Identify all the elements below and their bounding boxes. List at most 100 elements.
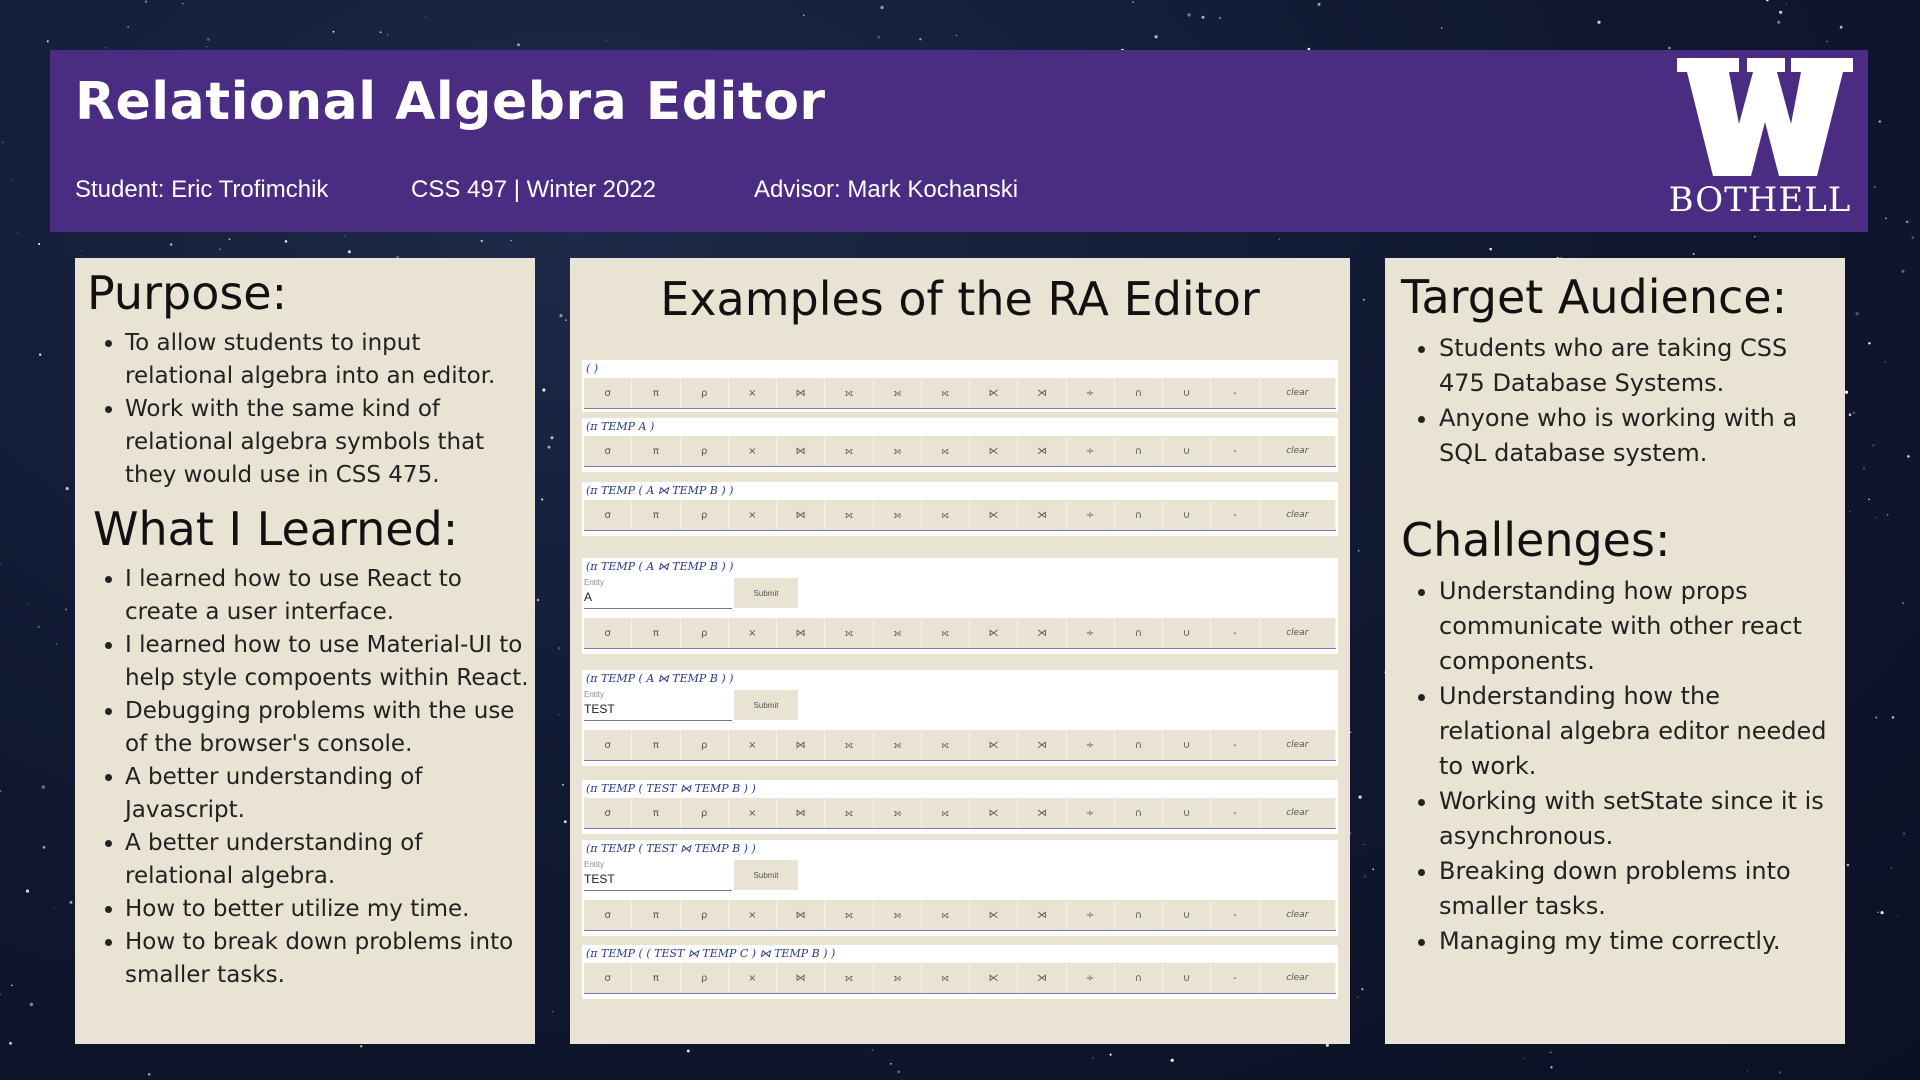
operator-button[interactable]: ⟖ — [922, 900, 970, 930]
operator-button[interactable]: ∩ — [1115, 436, 1163, 466]
operator-button[interactable]: ⟗ — [825, 900, 874, 930]
clear-button[interactable]: clear — [1260, 798, 1337, 828]
operator-button[interactable]: ⟗ — [825, 436, 874, 466]
operator-button[interactable]: π — [632, 798, 681, 828]
clear-button[interactable]: clear — [1260, 618, 1337, 648]
entity-input[interactable]: TEST — [584, 872, 732, 891]
operator-button[interactable]: ⟕ — [874, 963, 922, 993]
operator-button[interactable]: ⋉ — [970, 500, 1019, 530]
operator-button[interactable]: π — [632, 900, 681, 930]
operator-button[interactable]: ∪ — [1163, 618, 1212, 648]
operator-button[interactable]: ⋉ — [970, 618, 1019, 648]
operator-button[interactable]: ⋉ — [970, 378, 1019, 408]
operator-button[interactable]: ⋈ — [777, 900, 826, 930]
operator-button[interactable]: σ — [584, 618, 633, 648]
operator-button[interactable]: ⟗ — [825, 798, 874, 828]
operator-button[interactable]: σ — [584, 500, 633, 530]
operator-button[interactable]: ⟗ — [825, 730, 874, 760]
entity-input[interactable]: TEST — [584, 702, 732, 721]
operator-button[interactable]: ÷ — [1067, 963, 1115, 993]
clear-button[interactable]: clear — [1260, 378, 1337, 408]
operator-button[interactable]: ρ — [681, 798, 729, 828]
operator-button[interactable]: ⟗ — [825, 378, 874, 408]
operator-button[interactable]: ρ — [681, 500, 729, 530]
operator-button[interactable]: ∩ — [1115, 963, 1163, 993]
operator-button[interactable]: ⋊ — [1018, 798, 1067, 828]
operator-button[interactable]: σ — [584, 798, 633, 828]
operator-button[interactable]: × — [729, 963, 777, 993]
operator-button[interactable]: ⋉ — [970, 900, 1019, 930]
operator-button[interactable]: ⟖ — [922, 730, 970, 760]
operator-button[interactable]: ⟗ — [825, 618, 874, 648]
operator-button[interactable]: π — [632, 730, 681, 760]
operator-button[interactable]: ∪ — [1163, 963, 1212, 993]
operator-button[interactable]: ⟕ — [874, 900, 922, 930]
operator-button[interactable]: × — [729, 436, 777, 466]
operator-button[interactable]: ⋉ — [970, 730, 1019, 760]
operator-button[interactable]: × — [729, 618, 777, 648]
operator-button[interactable]: ⟕ — [874, 798, 922, 828]
operator-button[interactable]: σ — [584, 436, 633, 466]
operator-button[interactable]: ⟕ — [874, 730, 922, 760]
operator-button[interactable]: ρ — [681, 730, 729, 760]
operator-button[interactable]: ∩ — [1115, 900, 1163, 930]
operator-button[interactable]: ρ — [681, 618, 729, 648]
operator-button[interactable]: ⟗ — [825, 500, 874, 530]
operator-button[interactable]: ∪ — [1163, 500, 1212, 530]
operator-button[interactable]: π — [632, 378, 681, 408]
operator-button[interactable]: ⋊ — [1018, 730, 1067, 760]
operator-button[interactable]: ⋊ — [1018, 378, 1067, 408]
operator-button[interactable]: - — [1211, 500, 1260, 530]
operator-button[interactable]: ⟖ — [922, 500, 970, 530]
clear-button[interactable]: clear — [1260, 500, 1337, 530]
operator-button[interactable]: ∩ — [1115, 618, 1163, 648]
operator-button[interactable]: ∩ — [1115, 500, 1163, 530]
operator-button[interactable]: ⋈ — [777, 436, 826, 466]
operator-button[interactable]: ⟕ — [874, 378, 922, 408]
operator-button[interactable]: ∪ — [1163, 900, 1212, 930]
operator-button[interactable]: × — [729, 798, 777, 828]
operator-button[interactable]: ⟕ — [874, 500, 922, 530]
operator-button[interactable]: × — [729, 378, 777, 408]
operator-button[interactable]: π — [632, 436, 681, 466]
operator-button[interactable]: ρ — [681, 963, 729, 993]
operator-button[interactable]: σ — [584, 963, 633, 993]
operator-button[interactable]: ⟖ — [922, 963, 970, 993]
operator-button[interactable]: ⟕ — [874, 436, 922, 466]
entity-input[interactable]: A — [584, 590, 732, 609]
operator-button[interactable]: - — [1211, 798, 1260, 828]
operator-button[interactable]: ⋈ — [777, 618, 826, 648]
operator-button[interactable]: ⟖ — [922, 618, 970, 648]
operator-button[interactable]: ⟕ — [874, 618, 922, 648]
operator-button[interactable]: ⋊ — [1018, 618, 1067, 648]
operator-button[interactable]: σ — [584, 378, 633, 408]
operator-button[interactable]: - — [1211, 963, 1260, 993]
operator-button[interactable]: ⋉ — [970, 798, 1019, 828]
operator-button[interactable]: ÷ — [1067, 618, 1115, 648]
operator-button[interactable]: π — [632, 618, 681, 648]
operator-button[interactable]: ρ — [681, 900, 729, 930]
operator-button[interactable]: ÷ — [1067, 378, 1115, 408]
submit-button[interactable]: Submit — [734, 690, 798, 720]
operator-button[interactable]: ρ — [681, 436, 729, 466]
operator-button[interactable]: σ — [584, 900, 633, 930]
operator-button[interactable]: ρ — [681, 378, 729, 408]
operator-button[interactable]: ⋊ — [1018, 900, 1067, 930]
operator-button[interactable]: ⋈ — [777, 378, 826, 408]
submit-button[interactable]: Submit — [734, 578, 798, 608]
operator-button[interactable]: - — [1211, 900, 1260, 930]
operator-button[interactable]: - — [1211, 436, 1260, 466]
operator-button[interactable]: ÷ — [1067, 436, 1115, 466]
operator-button[interactable]: ∪ — [1163, 378, 1212, 408]
clear-button[interactable]: clear — [1260, 963, 1337, 993]
clear-button[interactable]: clear — [1260, 730, 1337, 760]
operator-button[interactable]: ∪ — [1163, 436, 1212, 466]
operator-button[interactable]: - — [1211, 618, 1260, 648]
operator-button[interactable]: ⋊ — [1018, 436, 1067, 466]
operator-button[interactable]: ∪ — [1163, 798, 1212, 828]
operator-button[interactable]: σ — [584, 730, 633, 760]
operator-button[interactable]: ÷ — [1067, 730, 1115, 760]
operator-button[interactable]: ⋉ — [970, 963, 1019, 993]
operator-button[interactable]: π — [632, 963, 681, 993]
operator-button[interactable]: ⋈ — [777, 730, 826, 760]
